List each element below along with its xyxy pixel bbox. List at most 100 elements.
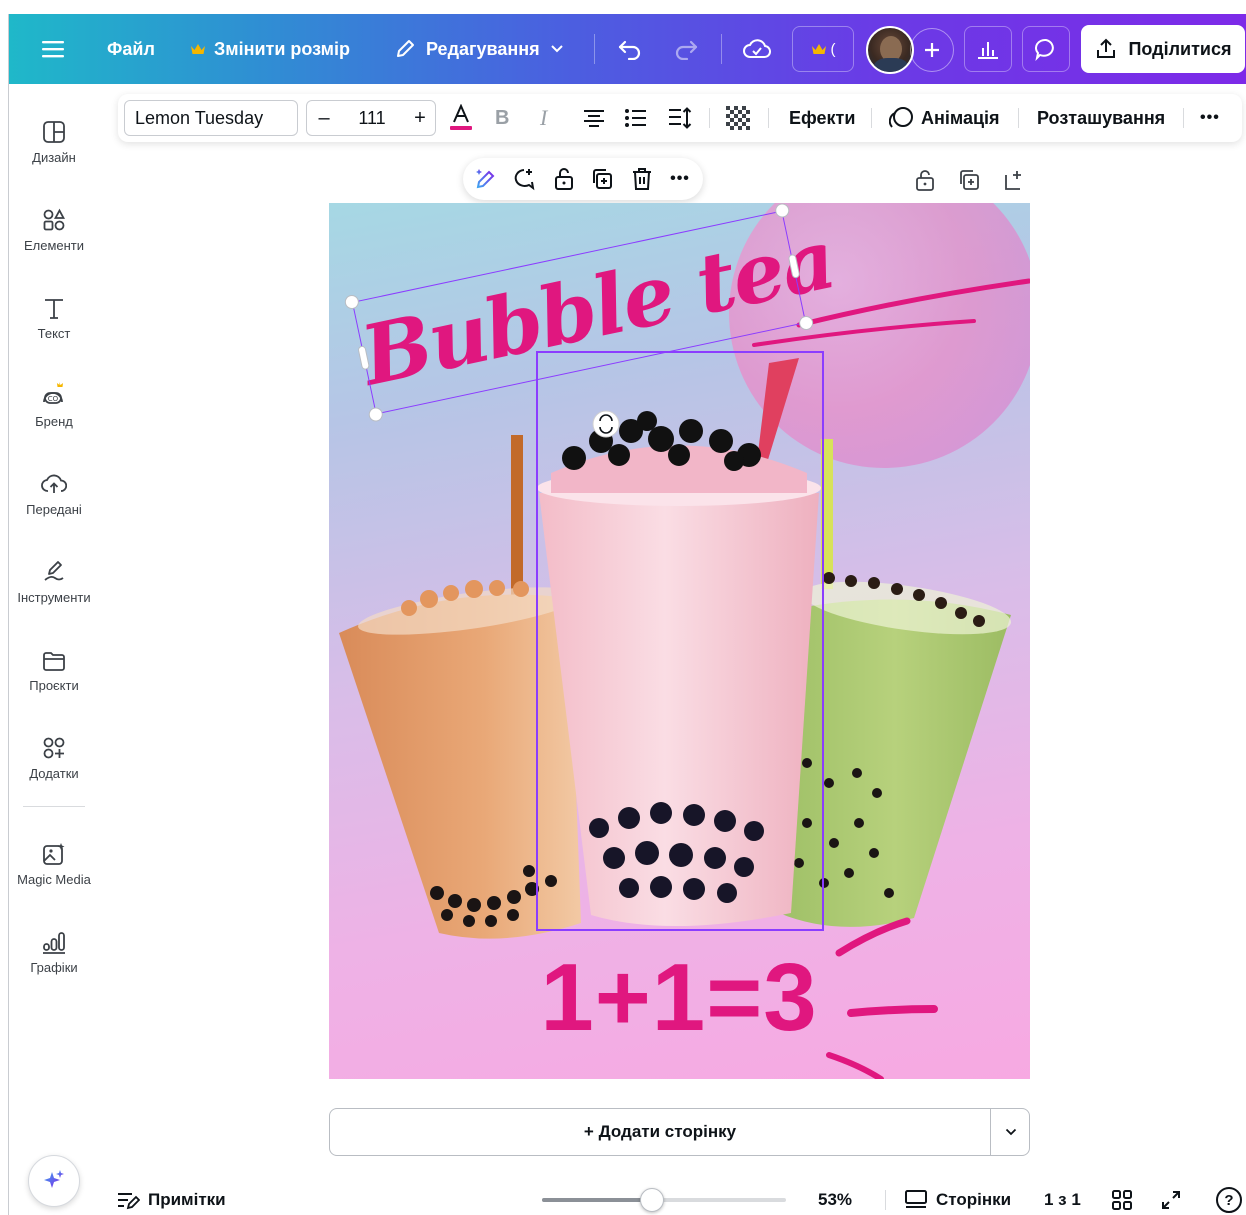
undo-button[interactable] (617, 14, 643, 84)
undo-icon (618, 40, 641, 60)
bullet-list-icon (625, 109, 646, 127)
italic-button[interactable]: I (540, 94, 547, 142)
text-color-button[interactable] (448, 94, 474, 142)
sidebar-item-design[interactable]: Дизайн (9, 110, 99, 165)
help-button[interactable]: ? (1216, 1187, 1242, 1213)
resize-label: Змінити розмір (214, 38, 350, 59)
svg-text:CO: CO (48, 395, 59, 403)
main-menu-button[interactable] (41, 14, 65, 84)
sidebar-item-magic-media[interactable]: Magic Media (9, 832, 99, 887)
bold-button[interactable]: B (495, 94, 509, 142)
delete-element-button[interactable] (627, 158, 657, 200)
font-family-select[interactable]: Lemon Tuesday (124, 100, 298, 136)
page-count: 1 з 1 (1044, 1186, 1081, 1214)
sidebar: Дизайн Елементи Текст CO Бренд Передані … (9, 84, 99, 1215)
sidebar-item-projects[interactable]: Проєкти (9, 638, 99, 693)
share-upload-icon (1097, 38, 1116, 58)
fullscreen-button[interactable] (1160, 1186, 1182, 1214)
unlock-icon (916, 170, 934, 191)
draw-icon (44, 561, 64, 581)
add-comment-icon (514, 169, 535, 191)
notes-label: Примітки (148, 1190, 226, 1209)
zoom-percent-button[interactable]: 53% (818, 1186, 852, 1214)
increase-font-size-button[interactable]: + (403, 101, 437, 135)
duplicate-page-button[interactable] (957, 168, 981, 192)
font-name: Lemon Tuesday (135, 107, 264, 128)
upload-cloud-icon (41, 474, 67, 493)
promo-text[interactable]: 1+1=3 (529, 943, 829, 1053)
notes-icon (118, 1193, 140, 1210)
magic-assistant-button[interactable] (28, 1155, 80, 1207)
spacing-button[interactable] (667, 94, 693, 142)
transparency-button[interactable] (725, 94, 751, 142)
separator (871, 108, 872, 128)
zoom-slider-fill (542, 1198, 652, 1202)
file-menu[interactable]: Файл (107, 14, 155, 84)
zoom-slider-thumb[interactable] (639, 1188, 664, 1212)
sidebar-item-charts[interactable]: Графіки (9, 920, 99, 975)
position-button[interactable]: Розташування (1037, 94, 1165, 142)
align-button[interactable] (582, 94, 606, 142)
sparkle-icon (44, 1170, 64, 1188)
transparency-icon (726, 106, 750, 130)
sidebar-item-elements[interactable]: Елементи (9, 198, 99, 253)
upgrade-button[interactable]: ( (792, 26, 854, 72)
page-count-text: 1 з 1 (1044, 1190, 1081, 1209)
list-button[interactable] (624, 94, 648, 142)
lock-page-button[interactable] (913, 168, 937, 192)
pages-label: Сторінки (936, 1190, 1012, 1209)
pink-bubble-tea-cup (537, 358, 821, 927)
crown-icon (811, 44, 826, 54)
add-page-icon-button[interactable] (1002, 168, 1026, 192)
invite-button[interactable] (910, 28, 954, 72)
magic-media-icon (43, 843, 65, 865)
pages-button[interactable]: Сторінки (904, 1186, 1011, 1214)
comment-element-button[interactable] (509, 158, 539, 200)
magic-edit-button[interactable] (471, 158, 501, 200)
duplicate-element-button[interactable] (587, 158, 617, 200)
align-center-icon (584, 110, 604, 127)
separator (709, 108, 710, 128)
zoom-slider[interactable] (542, 1198, 786, 1202)
sidebar-item-tools[interactable]: Інструменти (9, 550, 99, 605)
share-label: Поділитися (1128, 38, 1232, 59)
add-page-options-button[interactable] (991, 1109, 1030, 1155)
element-more-button[interactable]: ••• (665, 158, 695, 200)
font-size-input[interactable]: 111 (341, 101, 403, 135)
design-page[interactable]: Bubble tea 1+1=3 (329, 203, 1030, 1079)
font-size-value: 111 (358, 107, 386, 128)
insights-button[interactable] (964, 26, 1012, 72)
animate-button[interactable]: Анімація (889, 94, 1000, 142)
lock-element-button[interactable] (549, 158, 579, 200)
effects-button[interactable]: Ефекти (789, 94, 855, 142)
resize-button[interactable]: Змінити розмір (190, 14, 350, 84)
trash-icon (633, 168, 651, 190)
bar-chart-icon (978, 42, 998, 59)
decrease-font-size-button[interactable]: – (307, 101, 341, 135)
sidebar-item-uploads[interactable]: Передані (9, 462, 99, 517)
upgrade-icon-partial: ( (830, 40, 836, 58)
grid-view-button[interactable] (1111, 1186, 1133, 1214)
save-status-button[interactable] (743, 14, 771, 84)
charts-icon (43, 932, 65, 954)
effects-label: Ефекти (789, 107, 856, 128)
sidebar-item-apps[interactable]: Додатки (9, 726, 99, 781)
notes-button[interactable]: Примітки (116, 1186, 226, 1214)
more-options-button[interactable]: ••• (1200, 94, 1220, 142)
separator (1183, 108, 1184, 128)
edit-mode-button[interactable]: Редагування (394, 14, 564, 84)
brush-strokes-bottom (826, 917, 938, 1079)
apps-icon (43, 737, 65, 759)
rotate-handle[interactable] (592, 410, 620, 438)
share-button[interactable]: Поділитися (1081, 25, 1245, 73)
add-page-button[interactable]: + Додати сторінку (330, 1109, 990, 1155)
redo-button[interactable] (673, 14, 699, 84)
comments-button[interactable] (1022, 26, 1070, 72)
sidebar-item-brand[interactable]: CO Бренд (9, 374, 99, 429)
sidebar-item-text[interactable]: Текст (9, 286, 99, 341)
sidebar-item-label: Графіки (30, 960, 78, 975)
help-icon: ? (1224, 1191, 1234, 1209)
element-toolbar: ••• (463, 158, 703, 200)
avatar[interactable] (866, 26, 914, 74)
cloud-check-icon (743, 39, 771, 58)
